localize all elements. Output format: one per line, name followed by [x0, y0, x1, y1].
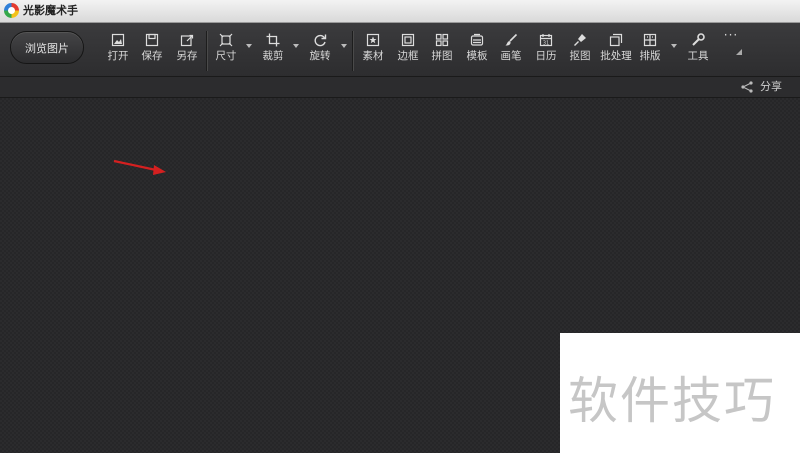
- share-icon: [741, 81, 753, 93]
- save-label: 保存: [141, 50, 163, 62]
- watermark-text: 软件技巧: [568, 372, 776, 430]
- batch-label: 批处理: [600, 50, 632, 62]
- batch-button[interactable]: 批处理: [597, 33, 635, 69]
- material-icon: [366, 33, 380, 47]
- tools-icon: [692, 33, 705, 46]
- batch-icon: [609, 33, 623, 47]
- resize-label: 尺寸: [215, 50, 237, 62]
- cutout-icon: [574, 34, 586, 46]
- save-button[interactable]: 保存: [133, 33, 171, 69]
- open-button[interactable]: 打开: [99, 33, 137, 69]
- open-icon: [111, 33, 125, 47]
- border-label: 边框: [397, 50, 419, 62]
- template-label: 模板: [466, 50, 488, 62]
- sub-toolbar: 分享: [0, 77, 800, 98]
- brush-label: 画笔: [500, 50, 522, 62]
- save-icon: [145, 33, 159, 47]
- share-button[interactable]: 分享: [741, 79, 782, 95]
- crop-button[interactable]: 裁剪: [254, 33, 292, 69]
- brush-icon: [505, 33, 518, 46]
- browse-images-button[interactable]: 浏览图片: [10, 31, 84, 64]
- cutout-button[interactable]: 抠图: [561, 33, 599, 69]
- save-as-icon: [180, 34, 194, 47]
- calendar-icon: 31: [539, 34, 553, 46]
- main-toolbar: 浏览图片 打开 保存 另存 尺寸 裁剪 旋转 素材 边框 拼图 模板 画笔 31…: [0, 23, 800, 77]
- border-button[interactable]: 边框: [389, 33, 427, 69]
- layout-dropdown-icon[interactable]: [671, 44, 677, 48]
- calendar-label: 日历: [535, 50, 557, 62]
- share-label: 分享: [760, 80, 782, 93]
- expand-corner-icon[interactable]: [736, 49, 742, 55]
- layout-icon: [643, 33, 657, 47]
- toolbar-divider: [352, 31, 353, 71]
- material-button[interactable]: 素材: [354, 33, 392, 69]
- border-icon: [401, 33, 415, 47]
- title-bar: 光影魔术手: [0, 0, 800, 23]
- calendar-button[interactable]: 31 日历: [527, 33, 565, 69]
- rotate-button[interactable]: 旋转: [301, 33, 339, 69]
- collage-label: 拼图: [431, 50, 453, 62]
- more-icon: ···: [723, 28, 739, 42]
- rotate-icon: [314, 34, 327, 47]
- tools-label: 工具: [687, 50, 709, 62]
- save-as-label: 另存: [176, 50, 198, 62]
- app-title: 光影魔术手: [23, 4, 78, 17]
- save-as-button[interactable]: 另存: [168, 33, 206, 69]
- template-icon: [470, 33, 484, 46]
- watermark: 软件技巧: [560, 333, 800, 453]
- rotate-label: 旋转: [309, 50, 331, 62]
- crop-dropdown-icon[interactable]: [293, 44, 299, 48]
- open-label: 打开: [107, 50, 129, 62]
- app-logo-icon: [4, 3, 19, 18]
- resize-icon: [219, 33, 233, 47]
- more-button[interactable]: ···: [712, 29, 750, 43]
- red-arrow-annotation: [113, 159, 166, 175]
- crop-label: 裁剪: [262, 50, 284, 62]
- collage-button[interactable]: 拼图: [423, 33, 461, 69]
- template-button[interactable]: 模板: [458, 33, 496, 69]
- crop-icon: [266, 33, 280, 47]
- resize-dropdown-icon[interactable]: [246, 44, 252, 48]
- material-label: 素材: [362, 50, 384, 62]
- collage-icon: [435, 33, 449, 47]
- rotate-dropdown-icon[interactable]: [341, 44, 347, 48]
- layout-label: 排版: [639, 50, 661, 62]
- svg-text:31: 31: [543, 40, 549, 46]
- cutout-label: 抠图: [569, 50, 591, 62]
- resize-button[interactable]: 尺寸: [207, 33, 245, 69]
- layout-button[interactable]: 排版: [631, 33, 669, 69]
- brush-button[interactable]: 画笔: [492, 33, 530, 69]
